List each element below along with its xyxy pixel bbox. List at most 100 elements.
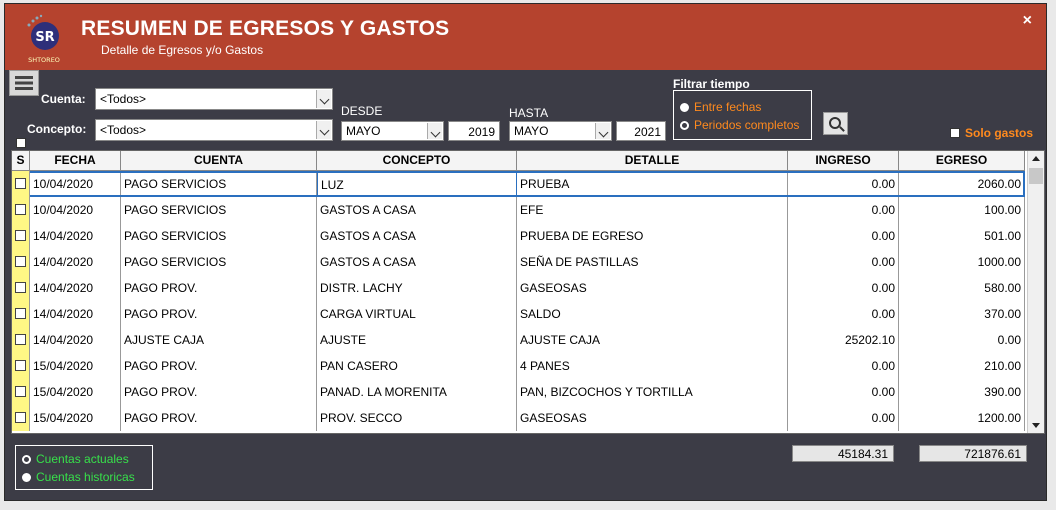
row-select-checkbox[interactable] (12, 275, 30, 301)
solo-gastos-checkbox[interactable] (950, 128, 960, 138)
cell-fecha[interactable]: 14/04/2020 (30, 327, 121, 353)
checkbox-icon[interactable] (15, 282, 26, 293)
cell-cuenta[interactable]: PAGO PROV. (121, 275, 317, 301)
cell-cuenta[interactable]: PAGO PROV. (121, 353, 317, 379)
scroll-thumb[interactable] (1029, 168, 1043, 184)
cell-egreso[interactable]: 501.00 (899, 223, 1025, 249)
cell-concepto[interactable]: AJUSTE (317, 327, 517, 353)
table-row[interactable]: 14/04/2020 AJUSTE CAJA AJUSTE AJUSTE CAJA 25… (12, 327, 1025, 353)
cell-concepto[interactable]: PANAD. LA MORENITA (317, 379, 517, 405)
cell-detalle[interactable]: EFE (517, 197, 788, 223)
cell-fecha[interactable]: 14/04/2020 (30, 275, 121, 301)
desde-year-input[interactable]: 2019 (448, 121, 500, 141)
checkbox-icon[interactable] (15, 308, 26, 319)
row-select-checkbox[interactable] (12, 405, 30, 431)
table-row[interactable]: 14/04/2020 PAGO SERVICIOS GASTOS A CASA PRU… (12, 223, 1025, 249)
cell-egreso[interactable]: 580.00 (899, 275, 1025, 301)
search-button[interactable] (823, 112, 848, 135)
cell-cuenta[interactable]: PAGO SERVICIOS (121, 223, 317, 249)
concepto-select[interactable]: <Todos> (95, 119, 333, 141)
cell-egreso[interactable]: 100.00 (899, 197, 1025, 223)
row-select-checkbox[interactable] (12, 379, 30, 405)
cell-egreso[interactable]: 210.00 (899, 353, 1025, 379)
col-header-egreso[interactable]: EGRESO (899, 151, 1025, 170)
cell-detalle[interactable]: SALDO (517, 301, 788, 327)
cell-egreso[interactable]: 390.00 (899, 379, 1025, 405)
cell-detalle[interactable]: PRUEBA DE EGRESO (517, 223, 788, 249)
cell-cuenta[interactable]: PAGO PROV. (121, 405, 317, 431)
cell-egreso[interactable]: 1200.00 (899, 405, 1025, 431)
col-header-cuenta[interactable]: CUENTA (121, 151, 317, 170)
scroll-down-icon[interactable] (1028, 417, 1044, 433)
checkbox-icon[interactable] (15, 412, 26, 423)
row-select-checkbox[interactable] (12, 171, 30, 197)
hamburger-menu-button[interactable] (9, 70, 39, 96)
row-select-checkbox[interactable] (12, 327, 30, 353)
cell-ingreso[interactable]: 0.00 (788, 275, 899, 301)
cell-cuenta[interactable]: AJUSTE CAJA (121, 327, 317, 353)
cell-cuenta[interactable]: PAGO SERVICIOS (121, 171, 317, 197)
table-row[interactable]: 14/04/2020 PAGO PROV. DISTR. LACHY GASEOSAS… (12, 275, 1025, 301)
cell-egreso[interactable]: 1000.00 (899, 249, 1025, 275)
table-row[interactable]: 15/04/2020 PAGO PROV. PANAD. LA MORENITA PA… (12, 379, 1025, 405)
table-row[interactable]: 14/04/2020 PAGO PROV. CARGA VIRTUAL SALDO 0.… (12, 301, 1025, 327)
cell-egreso[interactable]: 0.00 (899, 327, 1025, 353)
cell-detalle[interactable]: PAN, BIZCOCHOS Y TORTILLA (517, 379, 788, 405)
table-row[interactable]: 10/04/2020 PAGO SERVICIOS GASTOS A CASA EFE… (12, 197, 1025, 223)
radio-periodos-completos[interactable]: Periodos completos (680, 118, 799, 132)
cell-detalle[interactable]: PRUEBA (517, 171, 788, 197)
cell-ingreso[interactable]: 0.00 (788, 171, 899, 197)
checkbox-icon[interactable] (15, 204, 26, 215)
table-row[interactable]: 14/04/2020 PAGO SERVICIOS GASTOS A CASA SEÑ… (12, 249, 1025, 275)
radio-cuentas-actuales[interactable]: Cuentas actuales (22, 452, 129, 466)
cell-ingreso[interactable]: 0.00 (788, 197, 899, 223)
hasta-year-input[interactable]: 2021 (616, 121, 666, 141)
cell-concepto[interactable]: CARGA VIRTUAL (317, 301, 517, 327)
vertical-scrollbar[interactable] (1027, 151, 1044, 433)
cell-fecha[interactable]: 15/04/2020 (30, 379, 121, 405)
cell-detalle[interactable]: 4 PANES (517, 353, 788, 379)
checkbox-icon[interactable] (15, 230, 26, 241)
col-header-ingreso[interactable]: INGRESO (788, 151, 899, 170)
cell-ingreso[interactable]: 0.00 (788, 223, 899, 249)
checkbox-icon[interactable] (15, 386, 26, 397)
radio-entre-fechas[interactable]: Entre fechas (680, 100, 761, 114)
cell-cuenta[interactable]: PAGO SERVICIOS (121, 197, 317, 223)
cell-fecha[interactable]: 14/04/2020 (30, 249, 121, 275)
select-all-checkbox[interactable] (16, 138, 26, 148)
desde-month-select[interactable]: MAYO (341, 121, 444, 141)
cell-concepto[interactable]: GASTOS A CASA (317, 249, 517, 275)
cell-ingreso[interactable]: 0.00 (788, 301, 899, 327)
cell-fecha[interactable]: 10/04/2020 (30, 197, 121, 223)
cell-ingreso[interactable]: 25202.10 (788, 327, 899, 353)
col-header-s[interactable]: S (12, 151, 30, 170)
cell-fecha[interactable]: 10/04/2020 (30, 171, 121, 197)
radio-cuentas-historicas[interactable]: Cuentas historicas (22, 470, 135, 484)
row-select-checkbox[interactable] (12, 353, 30, 379)
cell-concepto[interactable]: LUZ (317, 171, 517, 197)
cell-detalle[interactable]: SEÑA DE PASTILLAS (517, 249, 788, 275)
cell-ingreso[interactable]: 0.00 (788, 379, 899, 405)
cell-concepto[interactable]: DISTR. LACHY (317, 275, 517, 301)
close-button[interactable]: × (1023, 12, 1032, 30)
col-header-fecha[interactable]: FECHA (30, 151, 121, 170)
cuenta-select[interactable]: <Todos> (95, 88, 333, 110)
cell-fecha[interactable]: 15/04/2020 (30, 405, 121, 431)
cell-ingreso[interactable]: 0.00 (788, 405, 899, 431)
hasta-month-select[interactable]: MAYO (509, 121, 612, 141)
cell-fecha[interactable]: 15/04/2020 (30, 353, 121, 379)
cell-cuenta[interactable]: PAGO PROV. (121, 301, 317, 327)
cell-cuenta[interactable]: PAGO PROV. (121, 379, 317, 405)
cell-fecha[interactable]: 14/04/2020 (30, 301, 121, 327)
checkbox-icon[interactable] (15, 334, 26, 345)
cell-egreso[interactable]: 370.00 (899, 301, 1025, 327)
cell-detalle[interactable]: GASEOSAS (517, 405, 788, 431)
checkbox-icon[interactable] (15, 360, 26, 371)
row-select-checkbox[interactable] (12, 249, 30, 275)
row-select-checkbox[interactable] (12, 223, 30, 249)
table-row[interactable]: 10/04/2020 PAGO SERVICIOS LUZ PRUEBA 0.00 206… (12, 171, 1025, 197)
checkbox-icon[interactable] (15, 256, 26, 267)
cell-egreso[interactable]: 2060.00 (899, 171, 1025, 197)
table-row[interactable]: 15/04/2020 PAGO PROV. PAN CASERO 4 PANES 0.0… (12, 353, 1025, 379)
cell-concepto[interactable]: PROV. SECCO (317, 405, 517, 431)
